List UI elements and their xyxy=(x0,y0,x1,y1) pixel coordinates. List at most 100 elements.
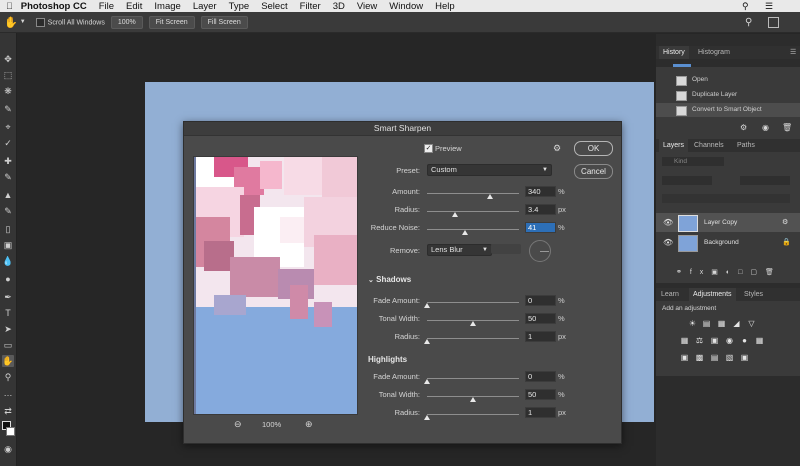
layer-row-background[interactable]: 👁 Background 🔒 xyxy=(656,233,800,252)
zoom-100-button[interactable]: 100% xyxy=(110,15,143,29)
menu-3d[interactable]: 3D xyxy=(333,1,345,12)
channel-mixer-icon[interactable]: ● xyxy=(740,337,749,345)
blur-tool-icon[interactable]: 💧 xyxy=(2,255,14,267)
background-color-swatch[interactable] xyxy=(6,427,15,436)
reduce-noise-slider-track[interactable] xyxy=(427,229,519,230)
vibrance-icon[interactable]: ▽ xyxy=(747,320,756,328)
spotlight-search-icon[interactable]: ⚲ xyxy=(742,0,749,12)
highlights-fade-amount-slider-thumb[interactable] xyxy=(424,379,430,384)
eyedropper-tool-icon[interactable]: ✓ xyxy=(2,137,14,149)
layer-filter-kind[interactable]: Kind xyxy=(662,157,724,166)
reduce-noise-slider-thumb[interactable] xyxy=(461,230,468,235)
menu-help[interactable]: Help xyxy=(435,1,455,12)
rectangle-tool-icon[interactable]: ▭ xyxy=(2,339,14,351)
curves-icon[interactable]: ▦ xyxy=(717,320,726,328)
hand-tool-icon[interactable]: ✋ xyxy=(2,355,14,367)
angle-dial[interactable] xyxy=(529,240,551,262)
menu-type[interactable]: Type xyxy=(229,1,250,12)
threshold-icon[interactable]: ▤ xyxy=(710,354,719,362)
brush-tool-icon[interactable]: ✎ xyxy=(2,171,14,183)
selective-color-icon[interactable]: ▣ xyxy=(740,354,749,362)
history-brush-tool-icon[interactable]: ✎ xyxy=(2,205,14,217)
remove-dropdown[interactable]: Lens Blur ▼ xyxy=(427,244,492,256)
workspace-icon[interactable] xyxy=(768,16,779,28)
path-selection-tool-icon[interactable]: ➤ xyxy=(2,323,14,335)
gradient-tool-icon[interactable]: ▣ xyxy=(2,239,14,251)
shadows-radius-value[interactable]: 1 xyxy=(525,331,556,342)
app-menu[interactable]: Photoshop CC xyxy=(21,1,87,12)
eye-icon[interactable]: 👁 xyxy=(663,213,673,232)
highlights-tonal-width-slider-thumb[interactable] xyxy=(470,397,476,402)
layer-footer-icons[interactable]: ⚭fx▣◐□▢🗑 xyxy=(676,268,782,276)
layer-row-layer-copy[interactable]: 👁 Layer Copy ⚙ xyxy=(656,213,800,232)
history-item-convert-to-smart-object[interactable]: Convert to Smart Object xyxy=(656,103,800,117)
settings-gear-icon[interactable]: ⚙ xyxy=(553,143,561,154)
tab-learn[interactable]: Learn xyxy=(661,288,679,301)
reduce-noise-value[interactable]: 41 xyxy=(525,222,556,233)
swap-colors-icon[interactable]: ⇄ xyxy=(2,405,14,417)
lasso-tool-icon[interactable]: ❋ xyxy=(2,85,14,97)
scroll-all-windows-checkbox[interactable]: Scroll All Windows xyxy=(35,17,105,27)
trash-icon[interactable]: 🗑 xyxy=(782,123,792,132)
zoom-out-icon[interactable]: ⊖ xyxy=(234,419,242,430)
pen-tool-icon[interactable]: ✒ xyxy=(2,291,14,303)
camera-snapshot-icon[interactable]: ◉ xyxy=(762,123,769,132)
exposure-icon[interactable]: ◢ xyxy=(732,320,741,328)
shadows-radius-slider-track[interactable] xyxy=(427,338,519,339)
preset-dropdown[interactable]: Custom ▼ xyxy=(427,164,552,176)
menu-view[interactable]: View xyxy=(357,1,377,12)
healing-brush-tool-icon[interactable]: ✚ xyxy=(2,155,14,167)
amount-slider-track[interactable] xyxy=(427,193,519,194)
angle-field[interactable] xyxy=(491,244,521,254)
menu-filter[interactable]: Filter xyxy=(300,1,321,12)
quick-mask-icon[interactable]: ◉ xyxy=(2,443,14,455)
eraser-tool-icon[interactable]: ▯ xyxy=(2,223,14,235)
move-tool-icon[interactable]: ✥ xyxy=(2,53,14,65)
amount-value[interactable]: 340 xyxy=(525,186,556,197)
cancel-button[interactable]: Cancel xyxy=(574,164,613,179)
fill-screen-button[interactable]: Fill Screen xyxy=(200,15,248,29)
marquee-tool-icon[interactable]: ⬚ xyxy=(2,69,14,81)
shadows-fade-amount-slider-track[interactable] xyxy=(427,302,519,303)
shadows-tonal-width-value[interactable]: 50 xyxy=(525,313,556,324)
highlights-radius-value[interactable]: 1 xyxy=(525,407,556,418)
clone-stamp-tool-icon[interactable]: ▲ xyxy=(2,189,14,201)
amount-slider-thumb[interactable] xyxy=(486,194,493,199)
color-lookup-icon[interactable]: ▦ xyxy=(755,337,764,345)
photo-filter-icon[interactable]: ◉ xyxy=(725,337,734,345)
menu-image[interactable]: Image xyxy=(154,1,180,12)
eye-icon[interactable]: 👁 xyxy=(663,233,673,252)
shadows-tonal-width-slider-thumb[interactable] xyxy=(470,321,476,326)
preview-image[interactable] xyxy=(193,156,358,415)
hue-saturation-icon[interactable]: ▦ xyxy=(680,337,689,345)
highlights-radius-slider-thumb[interactable] xyxy=(424,415,430,420)
ok-button[interactable]: OK xyxy=(574,141,613,156)
shadows-radius-slider-thumb[interactable] xyxy=(424,339,430,344)
tab-histogram[interactable]: Histogram xyxy=(698,46,730,59)
opacity-field[interactable] xyxy=(740,176,790,185)
tab-channels[interactable]: Channels xyxy=(694,139,724,152)
menu-list-icon[interactable]: ☰ xyxy=(765,0,773,12)
invert-icon[interactable]: ▣ xyxy=(680,354,689,362)
radius-slider-track[interactable] xyxy=(427,211,519,212)
lock-row[interactable] xyxy=(662,194,790,203)
tab-layers[interactable]: Layers xyxy=(659,139,689,152)
highlights-fade-amount-value[interactable]: 0 xyxy=(525,371,556,382)
blend-mode-dropdown[interactable] xyxy=(662,176,712,185)
fit-screen-button[interactable]: Fit Screen xyxy=(148,15,195,29)
smart-filter-icon[interactable]: ⚙ xyxy=(782,213,788,232)
history-item-open[interactable]: Open xyxy=(656,73,800,87)
radius-value[interactable]: 3.4 xyxy=(525,204,556,215)
preview-checkbox[interactable]: ✓ xyxy=(424,144,433,153)
menu-select[interactable]: Select xyxy=(261,1,287,12)
history-item-duplicate-layer[interactable]: Duplicate Layer xyxy=(656,88,800,102)
shadows-section-toggle[interactable]: ⌄ Shadows xyxy=(368,275,411,284)
tool-preset-dropdown-icon[interactable]: ▼ xyxy=(20,19,26,25)
highlights-radius-slider-track[interactable] xyxy=(427,414,519,415)
apple-menu-icon[interactable]:  xyxy=(6,1,13,11)
tab-adjustments[interactable]: Adjustments xyxy=(689,288,736,301)
new-document-from-state-icon[interactable]: ⚙ xyxy=(740,123,747,132)
menu-window[interactable]: Window xyxy=(389,1,423,12)
tab-styles[interactable]: Styles xyxy=(744,288,763,301)
zoom-tool-icon[interactable]: ⚲ xyxy=(2,371,14,383)
